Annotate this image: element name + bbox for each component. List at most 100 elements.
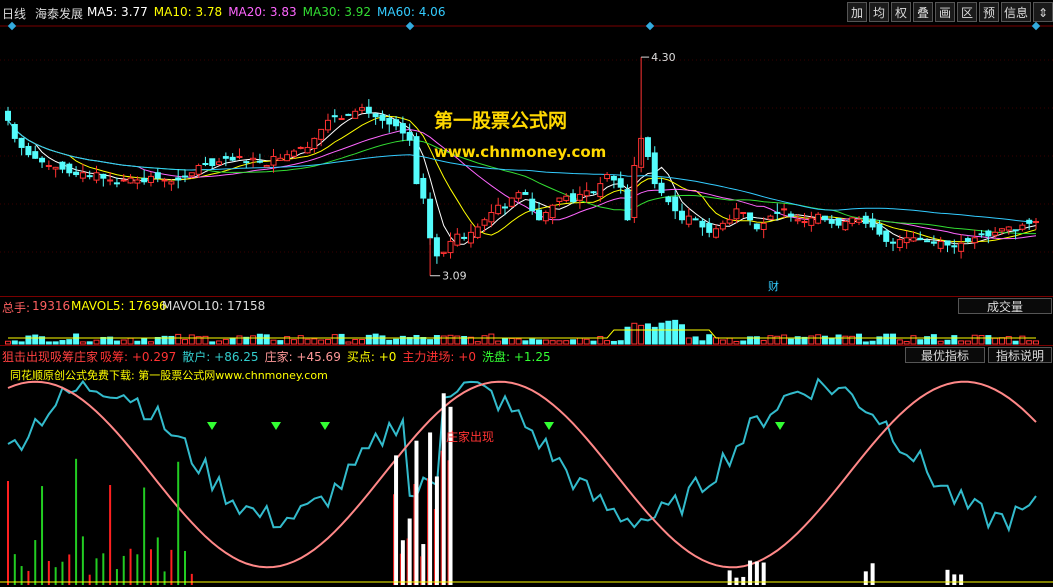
volume-bar (638, 324, 645, 345)
candle-body (808, 217, 815, 226)
volume-bar (951, 335, 958, 345)
volume-bar (1012, 340, 1019, 345)
volume-bar (549, 340, 556, 345)
candle-body (855, 219, 862, 223)
caption-b: 第一股票公式网www.chnmoney.com (138, 369, 328, 382)
candle-body (359, 107, 366, 111)
best-indicator-button[interactable]: 最优指标 (905, 347, 985, 363)
indicator-explain-button[interactable]: 指标说明 (988, 347, 1052, 363)
buy-point-icon (207, 422, 217, 430)
candle-body (501, 206, 508, 209)
volume-bar (903, 341, 910, 345)
toolbar-button[interactable]: 权 (891, 2, 911, 22)
toolbar-button[interactable]: 叠 (913, 2, 933, 22)
toolbar-button[interactable]: 加 (847, 2, 867, 22)
volume-bar (658, 322, 665, 345)
candle-body (59, 161, 66, 170)
candle-body (583, 190, 590, 197)
candle-body (536, 209, 543, 221)
volume-bar (365, 334, 372, 345)
toolbar-button[interactable]: 均 (869, 2, 889, 22)
volume-bar (413, 334, 420, 345)
zhuli-bar (406, 538, 408, 585)
volume-bar (767, 335, 774, 345)
volume-bar (644, 323, 651, 345)
candle-body (563, 195, 570, 201)
candle-body (352, 110, 359, 119)
toolbar-button[interactable]: ⇕ (1033, 2, 1053, 22)
candle-body (910, 237, 917, 242)
xichou-bar (945, 569, 950, 585)
xichou-bar (734, 577, 739, 585)
candle-body (951, 245, 958, 248)
indicator-bar (7, 481, 9, 585)
candle-body (209, 158, 216, 167)
candle-body (168, 181, 175, 185)
volume-bar (815, 334, 822, 345)
candle-body (318, 128, 325, 140)
volume-bar (32, 334, 39, 345)
volume-bar (427, 339, 434, 345)
period-label[interactable]: 日线 (2, 5, 26, 22)
volume-bar (576, 337, 583, 345)
indicator-bar (34, 540, 37, 585)
volume-bar (270, 339, 277, 345)
indicator-bar (163, 571, 166, 585)
candle-body (781, 208, 788, 211)
candle-body (256, 160, 263, 163)
volume-bar (79, 341, 86, 345)
candle-body (324, 119, 331, 131)
volume-bar (835, 334, 842, 345)
volume-bar (331, 334, 338, 345)
volume-bar (570, 339, 577, 345)
candle-body (32, 151, 39, 159)
volume-bar (522, 340, 529, 345)
indicator-bar (88, 574, 91, 585)
candle-body (869, 218, 876, 228)
volume-bar (311, 338, 318, 345)
chart-canvas[interactable]: 4.30 3.09 财 (0, 0, 1053, 587)
indicator-header: 狙击出现吸筹庄家 吸筹: +0.297 散户: +86.25 庄家: +45.69 买… (0, 345, 1053, 364)
candle-body (284, 154, 291, 162)
indicator-bar (122, 555, 125, 585)
candle-body (556, 197, 563, 202)
ma-label: MA10: 3.78 (153, 5, 223, 19)
candle-body (311, 137, 318, 149)
xichou-bar (748, 560, 753, 585)
volume-bar (733, 340, 740, 345)
zhuli-bar (420, 556, 422, 585)
volume-bar (706, 334, 713, 345)
xichou-bar (754, 561, 759, 585)
toolbar-button[interactable]: 区 (957, 2, 977, 22)
candle-body (277, 157, 284, 161)
candle-body (849, 217, 856, 224)
candle-body (937, 240, 944, 249)
candle-body (1012, 229, 1019, 232)
volume-bar (529, 338, 536, 345)
volume-bar (161, 335, 168, 345)
volume-selector[interactable]: 成交量 (958, 298, 1052, 314)
ma-label: MA60: 4.06 (377, 5, 446, 19)
candle-body (890, 241, 897, 244)
candle-body (529, 198, 536, 212)
toolbar-button[interactable]: 信息 (1001, 2, 1031, 22)
toolbar-button[interactable]: 画 (935, 2, 955, 22)
volume-bar (263, 334, 270, 345)
toolbar-button[interactable]: 预 (979, 2, 999, 22)
candle-body (924, 240, 931, 243)
volume-bar (958, 340, 965, 345)
volume-bar (855, 333, 862, 345)
ma-label: MA30: 3.92 (302, 5, 372, 19)
volume-bar (147, 341, 154, 345)
indicator-bar (190, 573, 193, 585)
candle-body (120, 179, 127, 182)
volume-bar (808, 335, 815, 345)
candle-body (753, 223, 760, 230)
candle-body (25, 145, 32, 156)
volume-bar (890, 333, 897, 345)
candle-body (161, 179, 168, 182)
candle-body (794, 219, 801, 222)
xichou-bar (952, 574, 957, 585)
zhuli-bar (413, 483, 415, 585)
volume-bar (290, 339, 297, 345)
